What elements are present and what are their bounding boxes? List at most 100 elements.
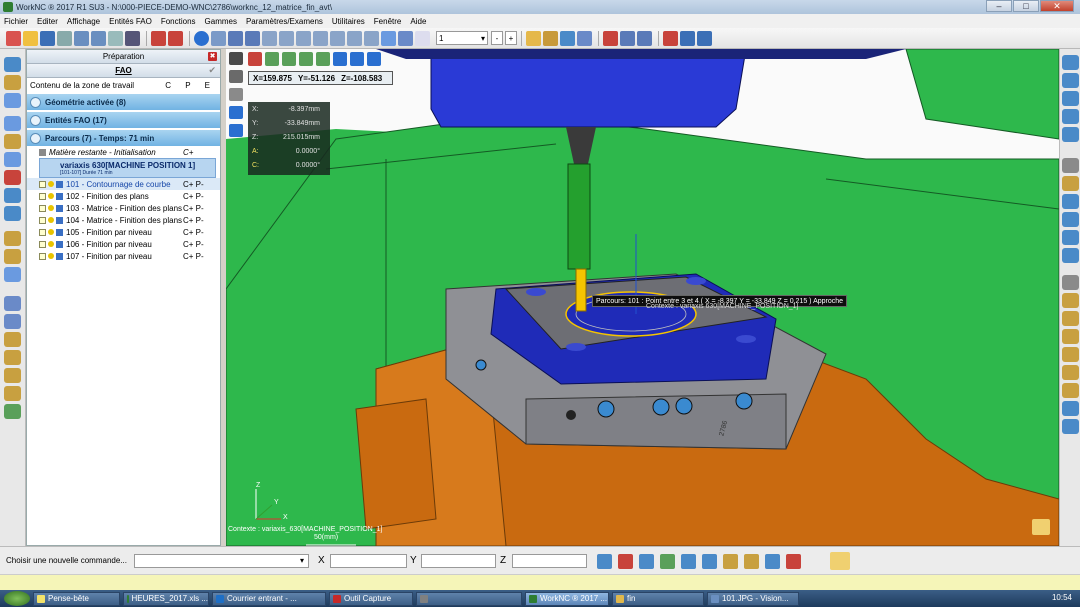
contour-icon[interactable]: [4, 267, 21, 282]
light-icon[interactable]: [1061, 176, 1079, 191]
color-icon[interactable]: [1061, 230, 1079, 245]
taskbar-item[interactable]: Outil Capture: [329, 591, 413, 606]
fast-forward-icon[interactable]: [316, 52, 330, 66]
visibility-checkbox[interactable]: [39, 180, 46, 188]
redo-icon[interactable]: [91, 30, 106, 46]
visibility-checkbox[interactable]: [39, 252, 46, 260]
zoom-out-icon[interactable]: [364, 30, 379, 46]
panel-check-icon[interactable]: ✔: [208, 65, 216, 76]
tab-fao[interactable]: FAO ✔: [27, 64, 220, 78]
stock-row[interactable]: Matière restante - Initialisation C+: [27, 146, 220, 158]
link-icon[interactable]: [4, 386, 21, 401]
settings-gear-icon[interactable]: [543, 30, 558, 46]
section-geometrie[interactable]: Géométrie activée (8): [27, 94, 220, 110]
snap-point-icon[interactable]: [597, 554, 612, 569]
open-folder-icon[interactable]: [23, 30, 38, 46]
undo-icon[interactable]: [74, 30, 89, 46]
level-combo[interactable]: 1 ▾: [436, 31, 488, 45]
machine-row[interactable]: variaxis 630[MACHINE POSITION 1] [101-10…: [39, 158, 216, 178]
edit-path-icon[interactable]: [4, 332, 21, 347]
grid-icon[interactable]: [108, 30, 123, 46]
visibility-checkbox[interactable]: [39, 192, 46, 200]
chevron-down-icon[interactable]: ▾: [300, 556, 304, 565]
print-icon[interactable]: [57, 30, 72, 46]
menu-fenetre[interactable]: Fenêtre: [374, 17, 402, 26]
stock-display-icon[interactable]: [1061, 401, 1079, 416]
level-plus-button[interactable]: +: [505, 31, 517, 45]
toolpath-row[interactable]: 104 - Matrice - Finition des plans C+ P-: [27, 214, 220, 226]
drill-icon[interactable]: [4, 296, 21, 311]
menu-gammes[interactable]: Gammes: [205, 17, 237, 26]
surface-icon[interactable]: [4, 152, 21, 167]
snap-grid-icon[interactable]: [681, 554, 696, 569]
zoom-icon[interactable]: [279, 30, 294, 46]
menu-utilitaires[interactable]: Utilitaires: [332, 17, 365, 26]
view-right-icon[interactable]: [1061, 127, 1079, 142]
end-icon[interactable]: [333, 52, 347, 66]
shaded-view-icon[interactable]: [194, 30, 209, 46]
taskbar-item[interactable]: Courrier entrant - ...: [212, 591, 326, 606]
export-icon[interactable]: [637, 30, 652, 46]
menu-parametres-examens[interactable]: Paramètres/Examens: [246, 17, 323, 26]
wireframe-icon[interactable]: [229, 124, 243, 137]
menu-aide[interactable]: Aide: [410, 17, 426, 26]
tool-library-icon[interactable]: [526, 30, 541, 46]
view-top-icon[interactable]: [245, 30, 260, 46]
rotate-icon[interactable]: [313, 30, 328, 46]
toolpath-row[interactable]: 106 - Finition par niveau C+ P-: [27, 238, 220, 250]
stop-icon[interactable]: [248, 52, 262, 66]
pocket-icon[interactable]: [4, 314, 21, 329]
boundary-icon[interactable]: [4, 93, 21, 108]
tool-display-icon[interactable]: [1061, 275, 1079, 290]
section-parcours[interactable]: Parcours (7) - Temps: 71 min: [27, 130, 220, 146]
toolpath-row[interactable]: 107 - Finition par niveau C+ P-: [27, 250, 220, 262]
new-file-icon[interactable]: [6, 30, 21, 46]
image-view-icon[interactable]: [381, 30, 396, 46]
snap-curve-icon[interactable]: [723, 554, 738, 569]
hide-icon[interactable]: [1061, 248, 1079, 263]
snap-surface-icon[interactable]: [702, 554, 717, 569]
layer-icon[interactable]: [398, 30, 413, 46]
toolpath-row[interactable]: 101 - Contournage de courbe C+ P-: [27, 178, 220, 190]
visibility-checkbox[interactable]: [39, 228, 46, 236]
visibility-checkbox[interactable]: [39, 240, 46, 248]
snap-axis-icon[interactable]: [786, 554, 801, 569]
roughing-icon[interactable]: [4, 231, 21, 246]
toolpath-row[interactable]: 103 - Matrice - Finition des plans C+ P-: [27, 202, 220, 214]
command-input[interactable]: [134, 554, 309, 568]
collision-icon[interactable]: [350, 52, 364, 66]
view-left-icon[interactable]: [1061, 109, 1079, 124]
play-icon[interactable]: [282, 52, 296, 66]
menu-affichage[interactable]: Affichage: [67, 17, 100, 26]
camera-icon[interactable]: [560, 30, 575, 46]
finishing-icon[interactable]: [4, 249, 21, 264]
expand-icon[interactable]: [30, 96, 41, 108]
menu-fonctions[interactable]: Fonctions: [161, 17, 196, 26]
menu-fichier[interactable]: Fichier: [4, 17, 28, 26]
report-icon[interactable]: [620, 30, 635, 46]
help-icon[interactable]: [1032, 519, 1050, 535]
shaded-icon[interactable]: [229, 106, 243, 119]
view-front-icon[interactable]: [228, 30, 243, 46]
stock-icon[interactable]: [4, 75, 21, 90]
tool-icon[interactable]: [4, 188, 21, 203]
measure-icon[interactable]: [4, 116, 21, 131]
machine-icon[interactable]: [663, 30, 678, 46]
taskbar-item-active[interactable]: WorkNC ® 2017 ...: [525, 591, 609, 606]
step-forward-icon[interactable]: [299, 52, 313, 66]
menu-icon[interactable]: [229, 52, 243, 65]
taskbar-item[interactable]: [416, 591, 522, 606]
axis-icon[interactable]: [151, 30, 166, 46]
panel-close-button[interactable]: ✖: [208, 52, 217, 61]
snap-intersect-icon[interactable]: [744, 554, 759, 569]
taskbar-item[interactable]: 101.JPG - Vision...: [707, 591, 799, 606]
taskbar-item[interactable]: fin: [612, 591, 704, 606]
maximize-button[interactable]: □: [1013, 0, 1039, 12]
snap-mid-icon[interactable]: [639, 554, 654, 569]
curve-icon[interactable]: [4, 134, 21, 149]
3d-viewport[interactable]: X=159.875 Y=-51.126 Z=-108.583 X: -8.397…: [226, 49, 1059, 546]
section-view-icon[interactable]: [1061, 158, 1079, 173]
z-field[interactable]: [512, 554, 587, 568]
tree-icon[interactable]: [577, 30, 592, 46]
holder-icon[interactable]: [4, 206, 21, 221]
